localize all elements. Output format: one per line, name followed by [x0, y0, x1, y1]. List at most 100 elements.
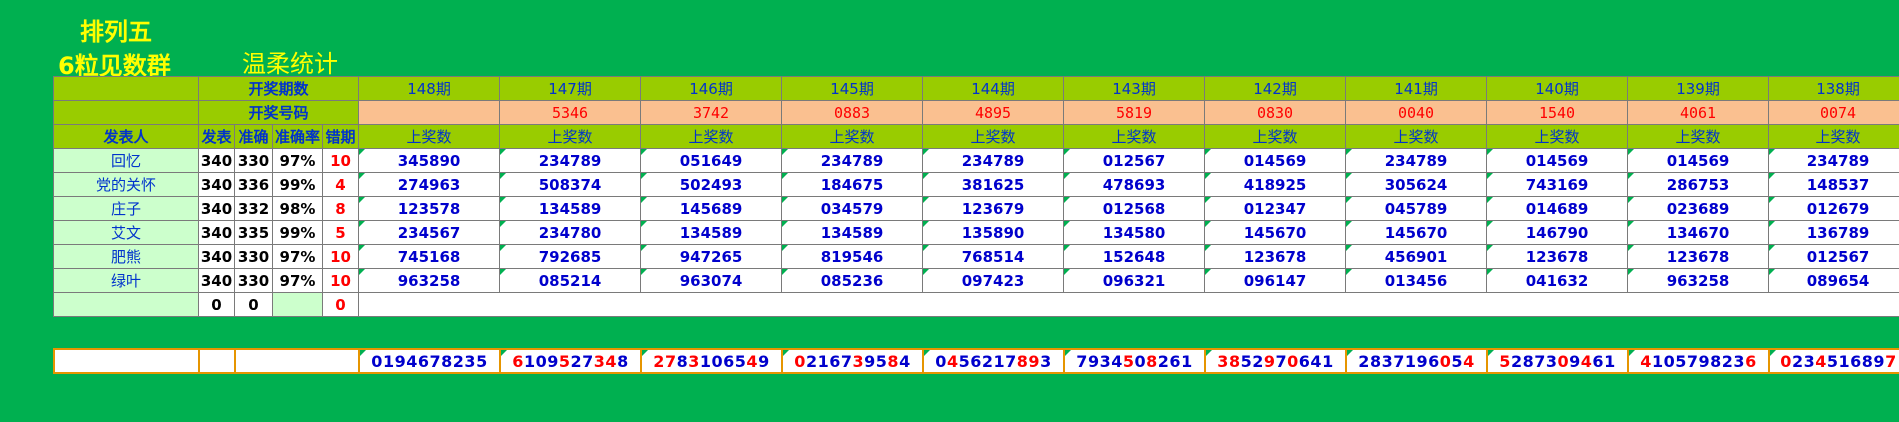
digit-sequence-cell[interactable]: 0194678235	[358, 348, 501, 374]
correct-count[interactable]: 330	[234, 148, 273, 173]
totals-correct[interactable]: 0	[234, 292, 273, 317]
winning-number-cell[interactable]: 012567	[1063, 148, 1206, 173]
winning-number-cell[interactable]: 478693	[1063, 172, 1206, 197]
winning-number-cell[interactable]: 014569	[1627, 148, 1770, 173]
winning-number-cell[interactable]: 743169	[1486, 172, 1629, 197]
winning-number-cell[interactable]: 381625	[922, 172, 1065, 197]
totals-rate[interactable]	[272, 292, 323, 317]
published-count[interactable]: 340	[198, 220, 235, 245]
published-count[interactable]: 340	[198, 196, 235, 221]
sequence-blank[interactable]	[198, 348, 236, 374]
published-count[interactable]: 340	[198, 268, 235, 293]
miss-count[interactable]: 4	[321, 172, 360, 197]
winning-number-cell[interactable]: 792685	[499, 244, 642, 269]
winning-number-cell[interactable]: 146790	[1486, 220, 1629, 245]
miss-count[interactable]: 10	[321, 268, 360, 293]
winning-number-cell[interactable]: 085236	[781, 268, 924, 293]
digit-sequence-cell[interactable]: 0216739584	[781, 348, 924, 374]
winning-number-cell[interactable]: 508374	[499, 172, 642, 197]
winning-number-cell[interactable]: 148537	[1768, 172, 1899, 197]
winning-number-cell[interactable]: 963258	[358, 268, 501, 293]
winning-number-cell[interactable]: 014569	[1486, 148, 1629, 173]
correct-count[interactable]: 332	[234, 196, 273, 221]
published-count[interactable]: 340	[198, 148, 235, 173]
winning-number-cell[interactable]: 034579	[781, 196, 924, 221]
miss-count[interactable]: 10	[321, 148, 360, 173]
winning-number-cell[interactable]: 345890	[358, 148, 501, 173]
accuracy-rate[interactable]: 97%	[272, 244, 323, 269]
winning-number-cell[interactable]: 123678	[1627, 244, 1770, 269]
miss-count[interactable]: 5	[321, 220, 360, 245]
totals-published[interactable]: 0	[198, 292, 235, 317]
winning-number-cell[interactable]: 234789	[922, 148, 1065, 173]
publisher-name[interactable]: 党的关怀	[53, 172, 199, 197]
winning-number-cell[interactable]: 152648	[1063, 244, 1206, 269]
winning-number-cell[interactable]: 136789	[1768, 220, 1899, 245]
winning-number-cell[interactable]: 286753	[1627, 172, 1770, 197]
winning-number-cell[interactable]: 123678	[1204, 244, 1347, 269]
digit-sequence-cell[interactable]: 0456217893	[922, 348, 1065, 374]
digit-sequence-cell[interactable]: 3852970641	[1204, 348, 1347, 374]
winning-number-cell[interactable]: 234789	[499, 148, 642, 173]
winning-number-cell[interactable]: 134580	[1063, 220, 1206, 245]
winning-number-cell[interactable]: 123578	[358, 196, 501, 221]
winning-number-cell[interactable]: 234789	[1768, 148, 1899, 173]
totals-blank[interactable]	[358, 292, 1899, 317]
miss-count[interactable]: 10	[321, 244, 360, 269]
winning-number-cell[interactable]: 096147	[1204, 268, 1347, 293]
accuracy-rate[interactable]: 97%	[272, 268, 323, 293]
correct-count[interactable]: 336	[234, 172, 273, 197]
winning-number-cell[interactable]: 184675	[781, 172, 924, 197]
winning-number-cell[interactable]: 085214	[499, 268, 642, 293]
accuracy-rate[interactable]: 99%	[272, 172, 323, 197]
winning-number-cell[interactable]: 305624	[1345, 172, 1488, 197]
digit-sequence-cell[interactable]: 7934508261	[1063, 348, 1206, 374]
digit-sequence-cell[interactable]: 2837196054	[1345, 348, 1488, 374]
winning-number-cell[interactable]: 768514	[922, 244, 1065, 269]
digit-sequence-cell[interactable]: 5287309461	[1486, 348, 1629, 374]
digit-sequence-cell[interactable]: 2783106549	[640, 348, 783, 374]
winning-number-cell[interactable]: 234780	[499, 220, 642, 245]
winning-number-cell[interactable]: 134589	[499, 196, 642, 221]
winning-number-cell[interactable]: 274963	[358, 172, 501, 197]
published-count[interactable]: 340	[198, 172, 235, 197]
winning-number-cell[interactable]: 145689	[640, 196, 783, 221]
correct-count[interactable]: 330	[234, 268, 273, 293]
winning-number-cell[interactable]: 012568	[1063, 196, 1206, 221]
winning-number-cell[interactable]: 012347	[1204, 196, 1347, 221]
winning-number-cell[interactable]: 947265	[640, 244, 783, 269]
publisher-name[interactable]: 艾文	[53, 220, 199, 245]
winning-number-cell[interactable]: 134589	[781, 220, 924, 245]
publisher-name[interactable]: 庄子	[53, 196, 199, 221]
winning-number-cell[interactable]: 456901	[1345, 244, 1488, 269]
winning-number-cell[interactable]: 418925	[1204, 172, 1347, 197]
winning-number-cell[interactable]: 014689	[1486, 196, 1629, 221]
correct-count[interactable]: 335	[234, 220, 273, 245]
winning-number-cell[interactable]: 012567	[1768, 244, 1899, 269]
totals-miss[interactable]: 0	[321, 292, 360, 317]
winning-number-cell[interactable]: 234789	[781, 148, 924, 173]
published-count[interactable]: 340	[198, 244, 235, 269]
accuracy-rate[interactable]: 99%	[272, 220, 323, 245]
publisher-name[interactable]: 肥熊	[53, 244, 199, 269]
winning-number-cell[interactable]: 096321	[1063, 268, 1206, 293]
winning-number-cell[interactable]: 502493	[640, 172, 783, 197]
winning-number-cell[interactable]: 013456	[1345, 268, 1488, 293]
winning-number-cell[interactable]: 014569	[1204, 148, 1347, 173]
accuracy-rate[interactable]: 98%	[272, 196, 323, 221]
publisher-name[interactable]: 回忆	[53, 148, 199, 173]
winning-number-cell[interactable]: 963258	[1627, 268, 1770, 293]
winning-number-cell[interactable]: 051649	[640, 148, 783, 173]
winning-number-cell[interactable]: 012679	[1768, 196, 1899, 221]
digit-sequence-cell[interactable]: 0234516897	[1768, 348, 1899, 374]
winning-number-cell[interactable]: 135890	[922, 220, 1065, 245]
winning-number-cell[interactable]: 234789	[1345, 148, 1488, 173]
digit-sequence-cell[interactable]: 6109527348	[499, 348, 642, 374]
winning-number-cell[interactable]: 041632	[1486, 268, 1629, 293]
winning-number-cell[interactable]: 123678	[1486, 244, 1629, 269]
publisher-name[interactable]: 绿叶	[53, 268, 199, 293]
miss-count[interactable]: 8	[321, 196, 360, 221]
sequence-blank[interactable]	[234, 348, 360, 374]
winning-number-cell[interactable]: 819546	[781, 244, 924, 269]
sequence-blank[interactable]	[53, 348, 200, 374]
